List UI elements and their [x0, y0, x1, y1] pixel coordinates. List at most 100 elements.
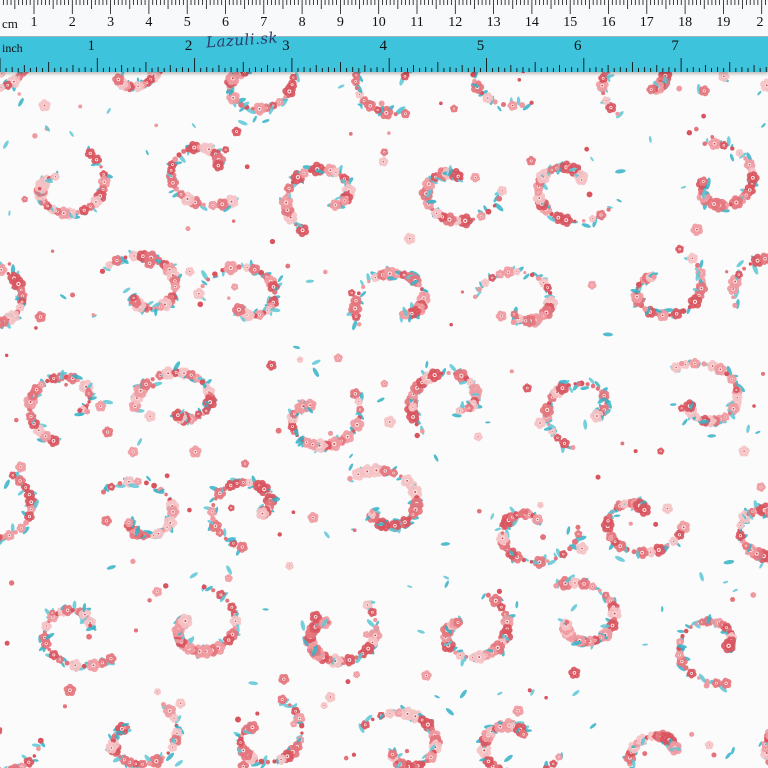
bud-motif — [573, 219, 577, 224]
bud-motif — [86, 633, 92, 640]
cm-number: 8 — [298, 15, 306, 30]
bud-motif — [32, 754, 37, 758]
bud-motif — [573, 382, 577, 386]
bud-motif — [327, 430, 334, 436]
bud-motif — [651, 274, 657, 280]
bud-motif — [470, 71, 476, 78]
bud-motif — [244, 164, 250, 170]
bud-motif — [250, 106, 255, 111]
bud-motif — [571, 538, 578, 545]
bud-motif — [711, 752, 717, 758]
bud-motif — [197, 301, 204, 308]
bud-motif — [235, 716, 242, 723]
bud-motif — [547, 290, 553, 296]
floral-paisley-fabric — [0, 0, 768, 768]
bud-motif — [419, 428, 425, 434]
cm-number: 11 — [410, 15, 424, 30]
cm-number: 15 — [563, 15, 578, 30]
bud-motif — [730, 596, 736, 603]
bud-motif — [352, 528, 357, 533]
bud-motif — [750, 592, 757, 598]
bud-motif — [595, 386, 600, 391]
bud-motif — [154, 123, 159, 128]
bud-motif — [584, 146, 590, 152]
bud-motif — [84, 408, 91, 415]
bud-motif — [45, 378, 50, 384]
bud-motif — [751, 513, 756, 518]
bud-motif — [570, 445, 576, 451]
bud-motif — [81, 663, 87, 669]
bud-motif — [689, 731, 695, 737]
bud-motif — [387, 131, 391, 135]
bud-motif — [147, 598, 152, 603]
bud-motif — [517, 78, 522, 82]
bud-motif — [615, 111, 620, 116]
bud-motif — [529, 272, 535, 278]
bud-motif — [255, 711, 260, 716]
bud-motif — [146, 760, 153, 767]
bud-motif — [163, 583, 169, 589]
bud-motif — [123, 255, 128, 260]
cm-number: 19 — [716, 15, 731, 30]
bud-motif — [633, 449, 638, 454]
bud-motif — [673, 749, 677, 753]
bud-motif — [686, 129, 693, 136]
bud-motif — [369, 509, 375, 514]
inch-number: 2 — [184, 38, 193, 54]
bud-motif — [126, 725, 131, 730]
bud-motif — [567, 546, 573, 552]
bud-motif — [695, 262, 701, 268]
bud-motif — [576, 381, 582, 387]
bud-motif — [460, 290, 465, 294]
bud-motif — [164, 473, 170, 479]
cm-number: 14 — [524, 15, 539, 30]
bud-motif — [272, 759, 277, 764]
bud-motif — [458, 176, 463, 181]
bud-motif — [176, 152, 182, 158]
bud-motif — [500, 101, 507, 108]
bud-motif — [4, 640, 10, 646]
leaf-motif — [154, 307, 158, 317]
bud-motif — [34, 326, 38, 330]
bud-motif — [414, 432, 420, 439]
bud-motif — [678, 360, 685, 367]
bud-motif — [731, 295, 735, 300]
bud-motif — [275, 427, 282, 434]
bud-motif — [100, 489, 107, 495]
bud-motif — [510, 319, 517, 326]
bud-motif — [288, 703, 292, 707]
cm-number: 10 — [371, 15, 386, 30]
fabric-swatch-photo: cm inch Lazuli.sk 1 2 3 4 5 6 7 8 9 10 11 12 13 14 15 1… — [0, 0, 768, 768]
bud-motif — [472, 294, 478, 299]
bud-motif — [367, 280, 371, 284]
cm-number: 2 — [756, 15, 764, 30]
bud-motif — [631, 549, 637, 555]
bud-motif — [500, 531, 505, 535]
cm-number: 4 — [145, 15, 153, 30]
bud-motif — [151, 482, 158, 489]
bud-motif — [697, 676, 701, 680]
bud-motif — [291, 510, 296, 515]
bud-motif — [595, 474, 601, 480]
cm-number: 2 — [68, 15, 76, 30]
bud-motif — [323, 269, 328, 275]
bud-motif — [725, 270, 729, 274]
bud-motif — [76, 378, 80, 383]
bud-motif — [522, 509, 529, 515]
bud-motif — [724, 371, 730, 377]
bud-motif — [348, 131, 353, 136]
inch-number: 1 — [87, 38, 96, 54]
bud-motif — [752, 404, 756, 408]
bud-motif — [694, 622, 699, 626]
bud-motif — [642, 751, 648, 757]
measuring-ruler: cm inch Lazuli.sk 1 2 3 4 5 6 7 8 9 10 11 12 13 14 15 1… — [0, 0, 768, 72]
bud-motif — [37, 186, 42, 191]
cm-number: 9 — [336, 15, 344, 30]
cm-number: 7 — [260, 15, 268, 30]
bud-motif — [300, 731, 304, 735]
bud-motif — [404, 748, 410, 754]
bud-motif — [590, 383, 596, 389]
bud-motif — [99, 165, 103, 169]
bud-motif — [575, 524, 581, 530]
bud-motif — [620, 441, 625, 446]
